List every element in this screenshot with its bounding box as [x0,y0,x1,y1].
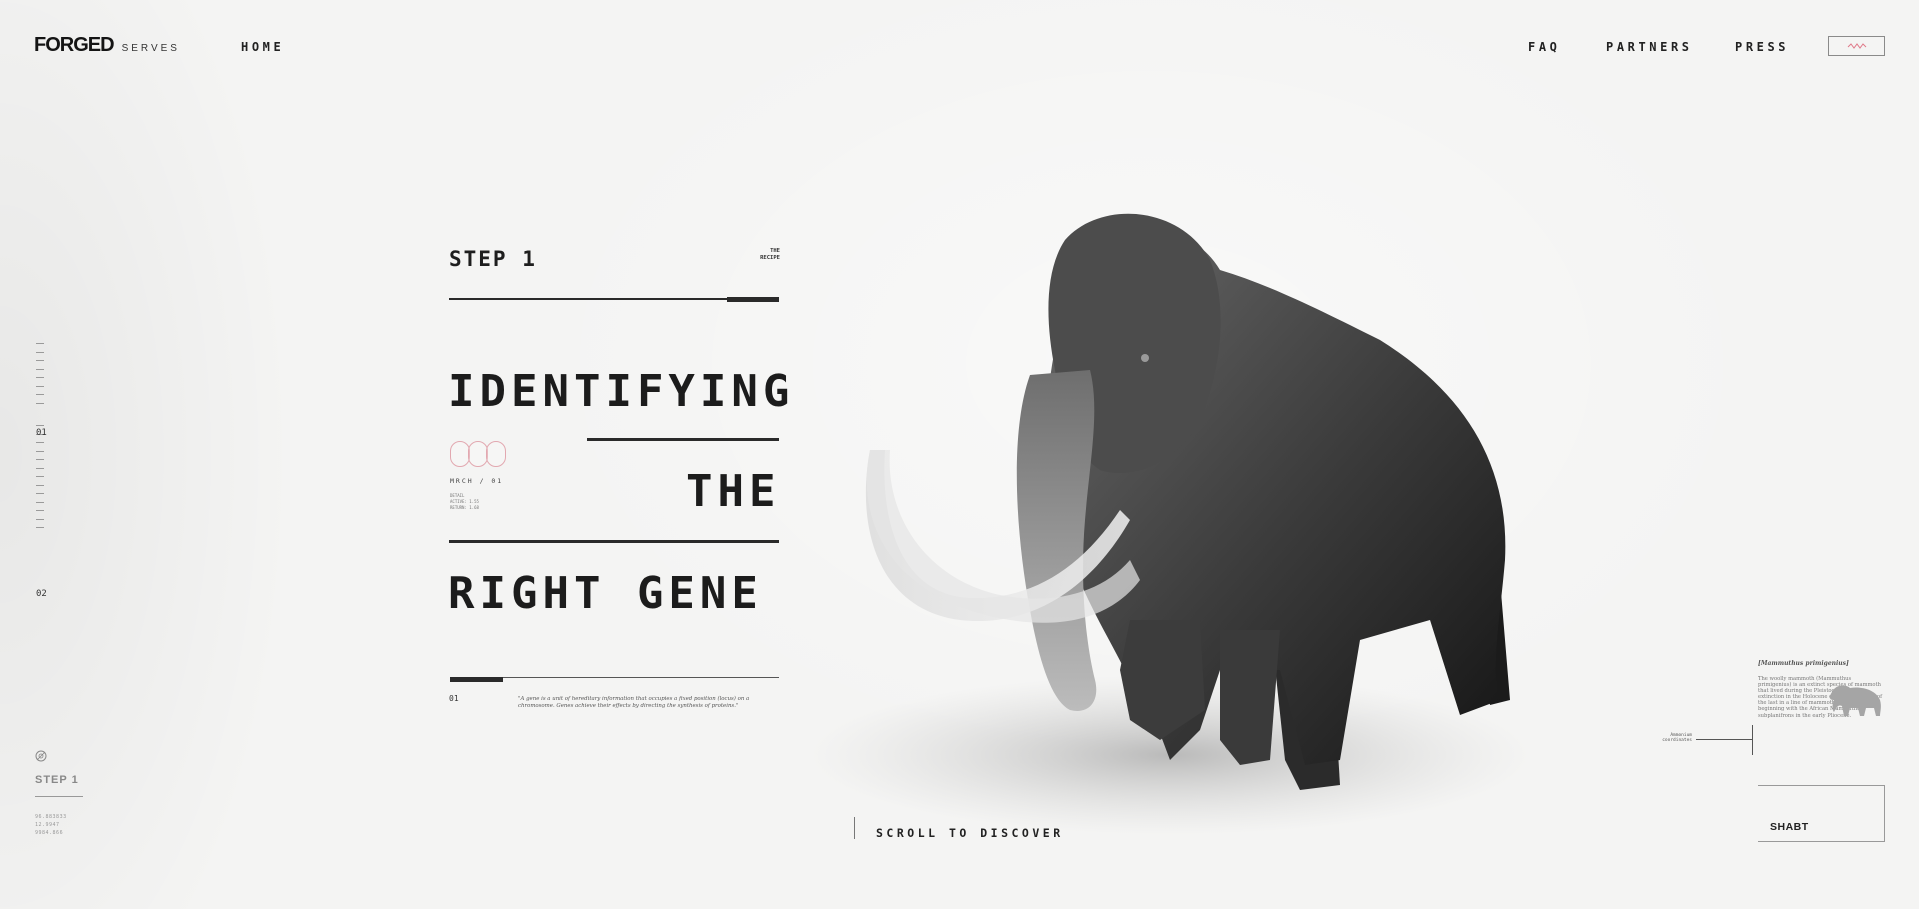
mammoth-image [810,213,1530,835]
mammoth-thumbnail-icon [1829,685,1881,716]
rail-tick [36,360,44,361]
logo[interactable]: FORGED SERVES [34,34,180,57]
rail-label-02[interactable]: 02 [36,589,47,599]
compass-icon [35,750,47,762]
progress-rail [36,343,46,536]
rail-tick [36,450,44,452]
nav-home[interactable]: HOME [241,40,284,54]
rail-tick [36,501,44,503]
current-step-label: STEP 1 [35,774,79,786]
recipe-label-line: RECIPE [760,254,780,261]
divider-accent [450,677,503,682]
rail-tick [36,394,44,395]
rail-tick [36,476,44,477]
logo-wordmark: FORGED [34,34,115,56]
step-title: STEP 1 [449,247,537,271]
rail-tick [36,442,44,443]
pointer-label-line: coordinates [1662,738,1692,743]
divider [449,540,779,543]
nav-faq[interactable]: FAQ [1528,40,1560,54]
pointer-line [1752,725,1753,755]
divider [587,438,779,441]
pointer-label: Ammonium coordinates [1652,733,1692,743]
footnote-number: 01 [449,694,459,703]
mark-code: MRCH / 01 [450,477,504,485]
heading-line-1: IDENTIFYING [448,366,795,417]
coord-line: 96.883833 [35,814,67,820]
rail-tick [36,493,44,494]
rail-tick [36,402,44,404]
heading-line-3: RIGHT GENE [448,568,763,619]
coordinates-readout: 96.883833 12.9947 9984.866 [35,813,67,837]
mammoth-eye [1141,354,1149,362]
rail-tick [36,351,44,353]
rail-tick [36,343,44,344]
oval-shape [450,441,470,467]
mark-meta-line: RETURN: 1.68 [450,505,479,510]
divider [35,796,83,797]
rail-tick [36,459,44,460]
oval-shape [486,441,506,467]
mammoth-leg [1220,630,1280,765]
mark-meta: DETAIL ACTIVE: 1.55 RETURN: 1.68 [450,493,479,511]
squiggle-menu-icon [1847,43,1866,49]
rail-tick [36,467,44,469]
rail-tick [36,518,44,520]
rail-tick [36,377,44,378]
heading-line-2: THE [686,466,781,517]
rail-tick [36,425,44,426]
rail-tick [36,527,44,528]
divider-accent [727,297,779,302]
logo-subtitle: SERVES [121,43,180,54]
nav-press[interactable]: PRESS [1735,40,1789,54]
gene-quote: "A gene is a unit of hereditary informat… [518,696,750,709]
shabt-label[interactable]: SHABT [1770,821,1809,833]
recipe-label: THE RECIPE [748,248,780,261]
rail-label-01[interactable]: 01 [36,428,47,438]
nav-partners[interactable]: PARTNERS [1606,40,1693,54]
oval-shape [468,441,488,467]
rail-tick [36,368,44,370]
coord-line: 9984.866 [35,830,64,836]
coord-line: 12.9947 [35,822,60,828]
rail-tick [36,484,44,486]
menu-button[interactable] [1828,36,1885,56]
pointer-line [1696,739,1752,740]
rail-tick [36,385,44,387]
shabt-box[interactable] [1758,785,1885,842]
species-title: [Mammuthus primigenius] [1758,660,1849,667]
gene-ovals-graphic [450,441,506,467]
rail-tick [36,510,44,511]
